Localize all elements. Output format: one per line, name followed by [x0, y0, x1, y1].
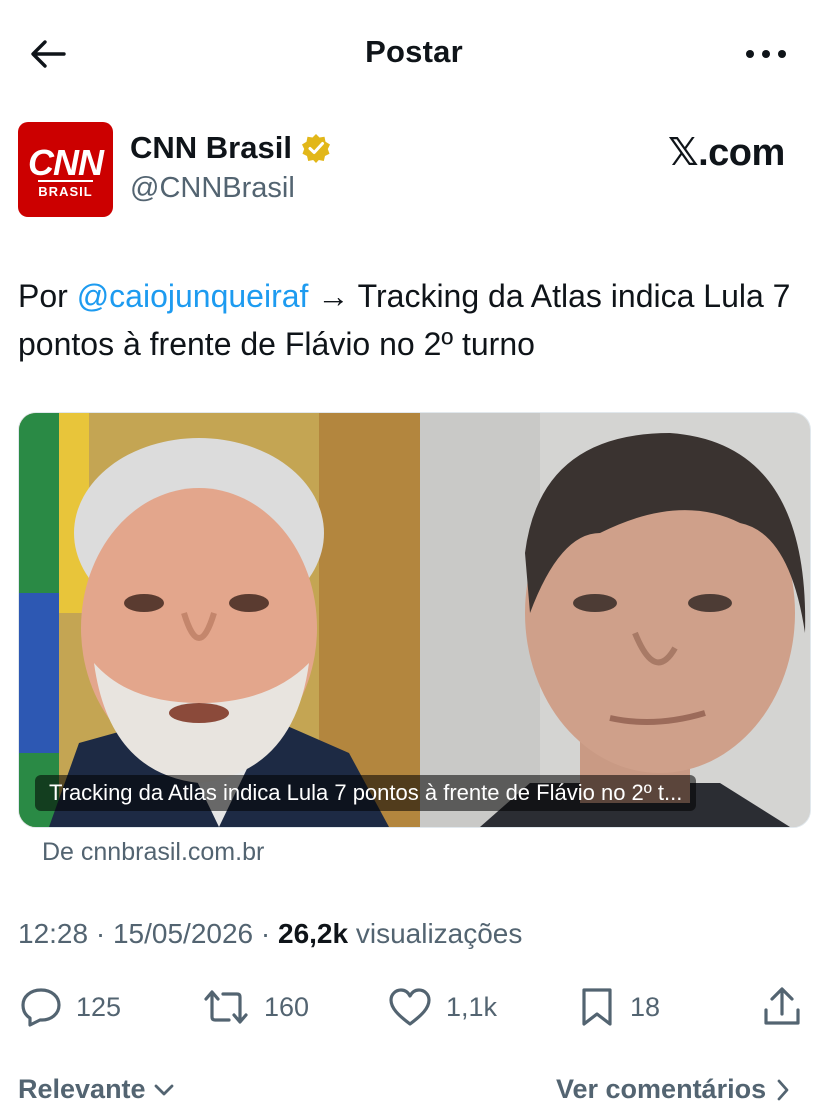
portrait-illustration-left	[19, 413, 420, 827]
share-button[interactable]	[762, 982, 802, 1032]
repost-count: 160	[264, 991, 310, 1022]
views-label: visualizações	[355, 918, 523, 949]
bookmark-icon	[582, 988, 612, 1026]
avatar-logo-subtext: BRASIL	[38, 184, 93, 199]
mention-link[interactable]: @caiojunqueiraf	[77, 278, 309, 314]
page-title: Postar	[365, 34, 463, 69]
photo-right	[420, 413, 810, 827]
repost-button[interactable]: 160	[202, 982, 309, 1032]
like-count: 1,1k	[446, 991, 498, 1022]
tweet-time: 12:28	[18, 918, 89, 949]
tweet-meta: 12:28 · 15/05/2026 · 26,2k visualizações	[18, 918, 523, 949]
author-handle[interactable]: @CNNBrasil	[130, 172, 295, 205]
avatar-logo-text: CNN	[28, 142, 104, 183]
reply-icon	[21, 988, 61, 1027]
portrait-illustration-right	[420, 413, 810, 827]
heart-icon	[389, 988, 431, 1026]
x-com-watermark: 𝕏.com	[668, 132, 785, 174]
more-button[interactable]	[738, 34, 794, 74]
reply-count: 125	[76, 991, 122, 1022]
views-count[interactable]: 26,2k	[278, 918, 348, 949]
repost-icon	[204, 990, 248, 1024]
reply-button[interactable]: 125	[20, 982, 121, 1032]
more-horizontal-icon	[746, 50, 786, 58]
link-card[interactable]: Tracking da Atlas indica Lula 7 pontos à…	[18, 412, 811, 828]
author-name: CNN Brasil	[130, 130, 292, 165]
tweet-date: 15/05/2026	[112, 918, 254, 949]
sort-label: Relevante	[18, 1074, 146, 1104]
author-name-row[interactable]: CNN Brasil	[130, 130, 332, 166]
avatar[interactable]: CNN BRASIL	[18, 122, 113, 217]
avatar-divider	[38, 180, 93, 182]
view-comments-link[interactable]: Ver comentários	[556, 1074, 790, 1105]
verified-badge-icon	[301, 134, 330, 163]
bookmark-button[interactable]: 18	[578, 982, 660, 1032]
sort-selector[interactable]: Relevante	[18, 1074, 174, 1105]
share-icon	[764, 987, 800, 1025]
photo-left	[19, 413, 420, 827]
top-bar: Postar	[0, 0, 828, 108]
card-caption: Tracking da Atlas indica Lula 7 pontos à…	[35, 775, 697, 811]
view-comments-label: Ver comentários	[556, 1074, 767, 1104]
like-button[interactable]: 1,1k	[388, 982, 497, 1032]
tweet-text: Por @caiojunqueiraf → Tracking da Atlas …	[18, 272, 808, 368]
bookmark-count: 18	[630, 991, 661, 1022]
tweet-prefix: Por	[18, 278, 77, 314]
card-source[interactable]: De cnnbrasil.com.br	[42, 838, 264, 867]
chevron-right-icon	[777, 1079, 789, 1100]
chevron-down-icon	[154, 1084, 173, 1095]
